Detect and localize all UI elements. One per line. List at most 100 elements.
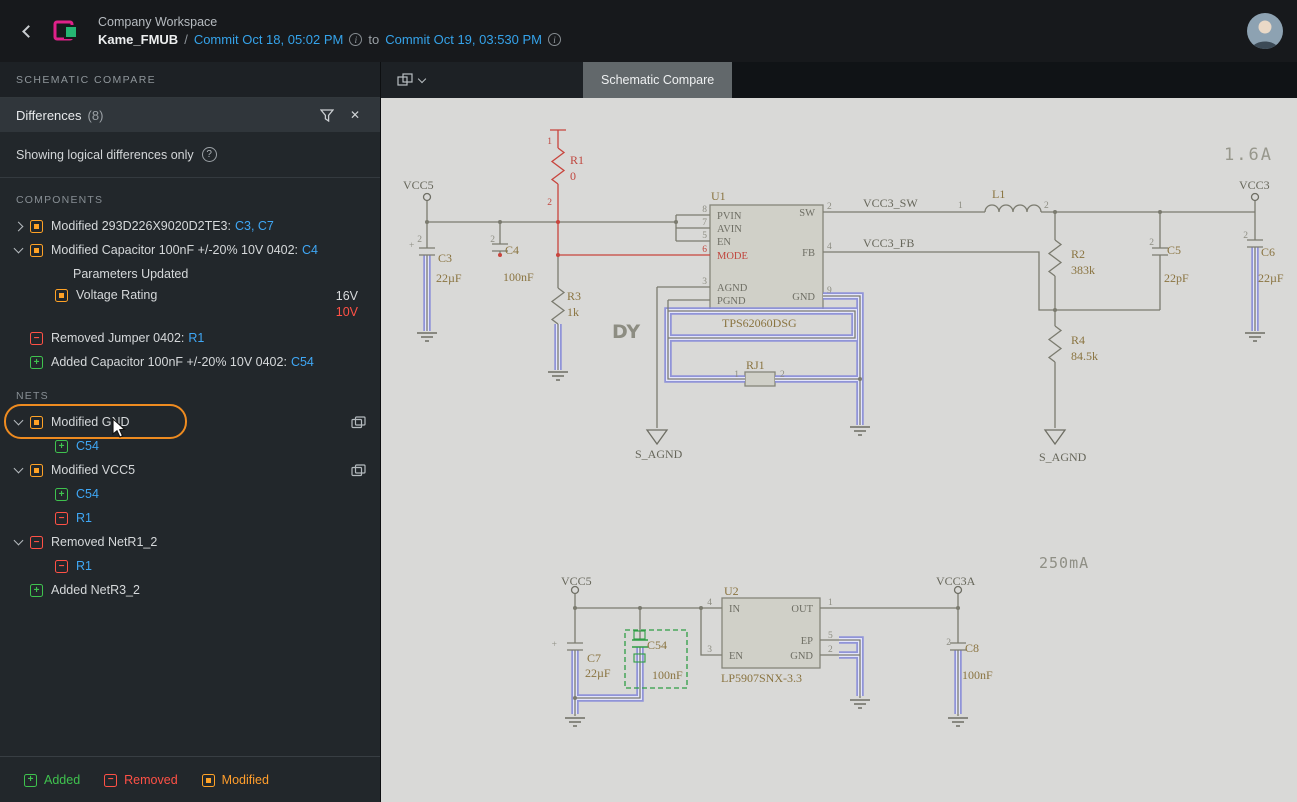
removed-net-r1[interactable] (550, 129, 710, 256)
schematic-label: 100nF (962, 668, 993, 682)
avatar[interactable] (1247, 13, 1283, 49)
panels-dropdown[interactable] (381, 62, 441, 98)
filter-note: Showing logical differences only ? (0, 132, 380, 178)
removed-icon: − (30, 536, 43, 549)
schematic-label: S_AGND (635, 447, 683, 461)
chevron-down-icon[interactable] (13, 415, 24, 426)
workspace-logo[interactable] (52, 16, 82, 46)
tab-schematic-compare[interactable]: Schematic Compare (583, 62, 733, 98)
schematic-label: R4 (1071, 333, 1085, 347)
commit-from-link[interactable]: Commit Oct 18, 05:02 PM (194, 32, 344, 47)
back-button[interactable] (14, 17, 42, 45)
diff-row[interactable]: − Removed Jumper 0402: R1 (0, 326, 380, 350)
tabbar-spacer (441, 62, 583, 98)
legend-added: + Added (24, 773, 80, 787)
schematic-label: VCC5 (561, 574, 592, 588)
chevron-right-icon[interactable] (13, 221, 24, 231)
legend-label: Modified (221, 772, 269, 787)
legend-label: Removed (124, 772, 178, 787)
schematic-label: C8 (965, 641, 979, 655)
schematic-label: 8 (702, 205, 707, 215)
chevron-down-icon[interactable] (13, 463, 24, 474)
schematic-labels: VCC5 VCC3 VCC3_SW VCC3_FB S_AGND S_AGND VCC5 VC… (403, 137, 1284, 685)
schematic-label: DY (612, 321, 640, 343)
schematic-label: + (552, 640, 557, 650)
diff-row[interactable]: + Added Capacitor 100nF +/-20% 10V 0402: … (0, 350, 380, 374)
differences-label: Differences (16, 107, 82, 123)
inductor-l1[interactable] (984, 204, 1042, 213)
schematic-label: IN (729, 604, 740, 615)
schematic-label: 4 (827, 242, 832, 252)
removed-icon: − (55, 512, 68, 525)
schematic-label: R3 (567, 289, 581, 303)
diff-row-label: Voltage Rating (76, 288, 158, 302)
net-ref-row[interactable]: − R1 (0, 554, 380, 578)
added-icon: + (24, 773, 37, 787)
project-name[interactable]: Kame_FMUB (98, 32, 178, 47)
breadcrumb-separator: / (184, 32, 188, 47)
chevron-down-icon[interactable] (13, 243, 24, 254)
component-refs[interactable]: R1 (188, 331, 204, 345)
nets-section-label: NETS (16, 390, 49, 402)
schematic-label: 6 (702, 245, 707, 255)
schematic-label: 5 (702, 231, 707, 241)
schematic-label: GND (790, 651, 813, 662)
schematic-label: 383k (1071, 263, 1095, 277)
modified-icon (30, 244, 43, 257)
schematic-drawing: VCC5 VCC3 VCC3_SW VCC3_FB S_AGND S_AGND VCC5 VC… (403, 129, 1284, 727)
net-ref-row[interactable]: + C54 (0, 434, 380, 458)
info-icon[interactable]: i (349, 33, 363, 46)
diff-row[interactable]: Voltage Rating 16V 10V (0, 286, 380, 326)
schematic-canvas[interactable]: VCC5 VCC3 VCC3_SW VCC3_FB S_AGND S_AGND VCC5 VC… (381, 98, 1297, 802)
windows-icon (397, 73, 413, 86)
diff-row[interactable]: Modified 293D226X9020D2TE3: C3, C7 (0, 214, 380, 238)
net-ref-row[interactable]: − R1 (0, 506, 380, 530)
close-icon[interactable]: ✕ (344, 104, 366, 126)
body-split: SCHEMATIC COMPARE Differences (8) ✕ Show… (0, 62, 1297, 802)
help-icon[interactable]: ? (201, 147, 217, 162)
tab-bar: Schematic Compare (381, 62, 1297, 98)
schematic-label: VCC3_SW (863, 196, 918, 210)
schematic-label: C5 (1167, 243, 1181, 257)
rj1-body[interactable] (744, 371, 776, 387)
schematic-label: 3 (707, 645, 712, 655)
net-ref[interactable]: R1 (76, 511, 92, 525)
modified-icon (30, 416, 43, 429)
net-diff-row[interactable]: − Removed NetR1_2 (0, 530, 380, 554)
diff-row[interactable]: Parameters Updated (0, 262, 380, 286)
net-ref[interactable]: C54 (76, 487, 99, 501)
net-diff-row[interactable]: Modified VCC5 (0, 458, 380, 482)
schematic-label: 2 (490, 235, 495, 245)
show-on-schematic-icon[interactable] (351, 463, 366, 477)
schematic-label: MODE (717, 251, 748, 262)
chevron-down-icon[interactable] (13, 535, 24, 546)
schematic-label: 2 (946, 638, 951, 648)
commit-to-link[interactable]: Commit Oct 19, 03:530 PM (385, 32, 542, 47)
component-refs[interactable]: C54 (291, 355, 314, 369)
diff-row[interactable]: Modified Capacitor 100nF +/-20% 10V 0402… (0, 238, 380, 262)
schematic-label: S_AGND (1039, 450, 1087, 464)
component-refs[interactable]: C4 (302, 243, 318, 257)
net-diff-row[interactable]: Modified GND (0, 404, 380, 439)
components-section-label: COMPONENTS (16, 194, 104, 206)
net-ref-row[interactable]: + C54 (0, 482, 380, 506)
net-ref[interactable]: R1 (76, 559, 92, 573)
schematic-label: + (409, 241, 414, 251)
schematic-label: 1k (567, 305, 579, 319)
net-ref[interactable]: C54 (76, 439, 99, 453)
schematic-label: 22pF (1164, 271, 1189, 285)
info-icon[interactable]: i (548, 33, 561, 46)
schematic-label: C54 (647, 638, 667, 652)
filter-icon[interactable] (316, 104, 338, 126)
net-diff-row[interactable]: + Added NetR3_2 (0, 578, 380, 602)
schematic-label: 250mA (1039, 554, 1089, 572)
show-on-schematic-icon[interactable] (351, 415, 366, 429)
schematic-label: C3 (438, 251, 452, 265)
schematic-label: 2 (780, 370, 785, 380)
nets-list: Modified GND + C54 Modified VCC5 + C54− R1− Rem… (0, 404, 380, 602)
schematic-label: C4 (505, 243, 519, 257)
schematic-label: 2 (547, 198, 552, 208)
component-refs[interactable]: C3, C7 (235, 219, 274, 233)
net-diff-label: Added NetR3_2 (51, 583, 140, 597)
diff-row-label: Modified Capacitor 100nF +/-20% 10V 0402… (51, 243, 299, 257)
